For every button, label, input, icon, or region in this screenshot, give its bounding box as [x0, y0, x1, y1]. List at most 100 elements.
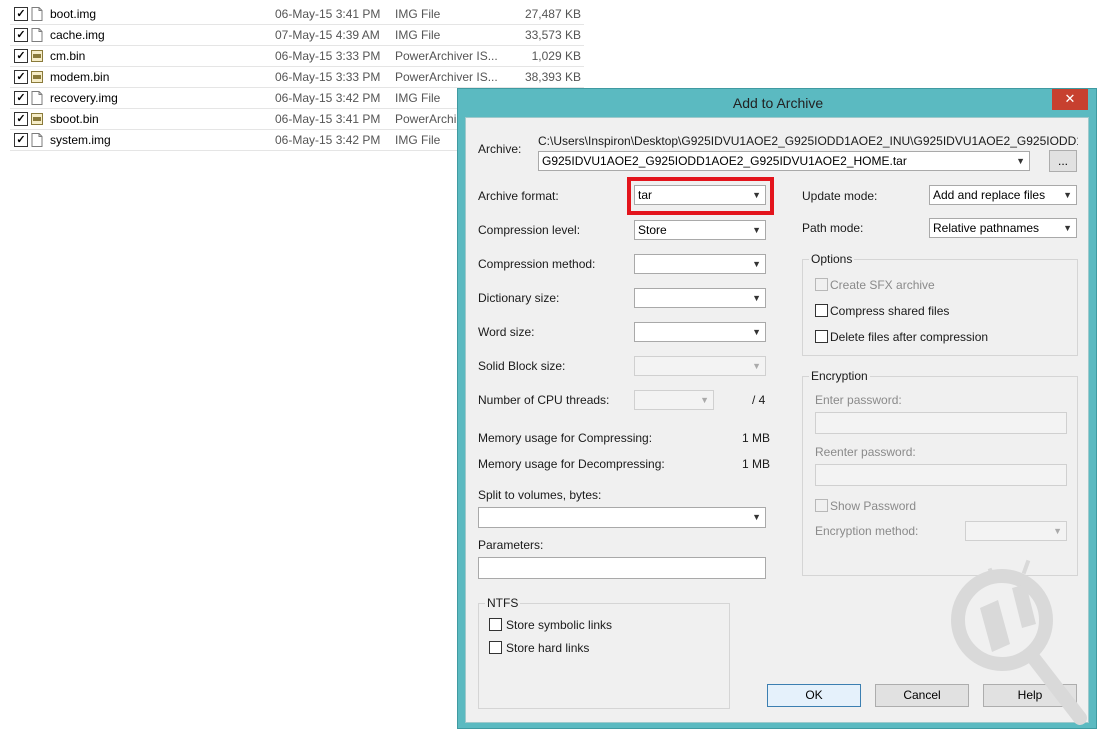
chevron-down-icon: ▼ [752, 293, 761, 303]
file-date: 06-May-15 3:42 PM [275, 133, 381, 147]
file-date: 06-May-15 3:41 PM [275, 112, 381, 126]
file-row[interactable]: ✓ cm.bin 06-May-15 3:33 PM PowerArchiver IS… [10, 46, 584, 67]
reenter-password-label: Reenter password: [815, 445, 916, 459]
path-mode-label: Path mode: [802, 221, 864, 235]
delete-files-checkbox[interactable] [815, 330, 828, 343]
file-name: cache.img [50, 28, 105, 42]
chevron-down-icon: ▼ [1053, 526, 1062, 536]
file-checkbox[interactable]: ✓ [14, 70, 28, 84]
file-icon [31, 91, 43, 105]
file-checkbox[interactable]: ✓ [14, 28, 28, 42]
update-mode-label: Update mode: [802, 189, 878, 203]
archive-name-value: G925IDVU1AOE2_G925IODD1AOE2_G925IDVU1AOE… [542, 154, 907, 168]
encryption-method-combo[interactable]: ▼ [965, 521, 1067, 541]
file-name: sboot.bin [50, 112, 99, 126]
cpu-threads-max: / 4 [752, 393, 766, 407]
encryption-method-label: Encryption method: [815, 524, 919, 538]
chevron-down-icon: ▼ [1063, 190, 1072, 200]
file-name: cm.bin [50, 49, 86, 63]
watermark-logo [951, 559, 1087, 725]
file-checkbox[interactable]: ✓ [14, 49, 28, 63]
encryption-title: Encryption [809, 369, 870, 383]
parameters-label: Parameters: [478, 538, 544, 552]
chevron-down-icon: ▼ [1016, 156, 1025, 166]
file-name: system.img [50, 133, 111, 147]
reenter-password-input[interactable] [815, 464, 1067, 486]
archive-label: Archive: [478, 142, 522, 156]
file-name: boot.img [50, 7, 97, 21]
file-name: modem.bin [50, 70, 110, 84]
iso-icon [31, 50, 43, 62]
path-mode-value: Relative pathnames [933, 221, 1040, 235]
split-combo[interactable]: ▼ [478, 507, 766, 528]
file-name: recovery.img [50, 91, 118, 105]
chevron-down-icon: ▼ [752, 225, 761, 235]
dictionary-size-label: Dictionary size: [478, 291, 560, 305]
file-size: 38,393 KB [524, 70, 581, 84]
file-type: IMG File [395, 28, 441, 42]
file-row[interactable]: ✓ modem.bin 06-May-15 3:33 PM PowerArchiver… [10, 67, 584, 88]
create-sfx-checkbox[interactable] [815, 278, 828, 291]
highlight-box [627, 177, 774, 215]
compression-level-combo[interactable]: Store ▼ [634, 220, 766, 240]
file-size: 33,573 KB [524, 28, 581, 42]
archive-path: C:\Users\Inspiron\Desktop\G925IDVU1AOE2_… [538, 134, 1078, 148]
create-sfx-label: Create SFX archive [830, 278, 935, 292]
file-row[interactable]: ✓ boot.img 06-May-15 3:41 PM IMG File 27,487… [10, 4, 584, 25]
store-hard-label: Store hard links [506, 641, 590, 655]
solid-block-label: Solid Block size: [478, 359, 566, 373]
compression-level-value: Store [638, 223, 667, 237]
file-checkbox[interactable]: ✓ [14, 133, 28, 147]
file-checkbox[interactable]: ✓ [14, 7, 28, 21]
file-icon [31, 7, 43, 21]
file-date: 06-May-15 3:42 PM [275, 91, 381, 105]
ok-button[interactable]: OK [767, 684, 861, 707]
store-symbolic-label: Store symbolic links [506, 618, 613, 632]
file-type: IMG File [395, 7, 441, 21]
file-type: PowerArchiver IS... [395, 49, 498, 63]
ntfs-group: NTFS Store symbolic links Store hard lin… [478, 596, 730, 709]
dictionary-size-combo[interactable]: ▼ [634, 288, 766, 308]
cpu-threads-combo[interactable]: ▼ [634, 390, 714, 410]
show-password-checkbox[interactable] [815, 499, 828, 512]
dialog-title: Add to Archive [732, 95, 824, 111]
word-size-combo[interactable]: ▼ [634, 322, 766, 342]
archive-name-combo[interactable]: G925IDVU1AOE2_G925IODD1AOE2_G925IDVU1AOE… [538, 151, 1030, 171]
file-checkbox[interactable]: ✓ [14, 112, 28, 126]
compression-method-combo[interactable]: ▼ [634, 254, 766, 274]
solid-block-combo[interactable]: ▼ [634, 356, 766, 376]
chevron-down-icon: ▼ [752, 512, 761, 522]
word-size-label: Word size: [478, 325, 535, 339]
enter-password-input[interactable] [815, 412, 1067, 434]
file-icon [31, 28, 43, 42]
mem-decompress-value: 1 MB [742, 457, 771, 471]
file-row[interactable]: ✓ cache.img 07-May-15 4:39 AM IMG File 33,57… [10, 25, 584, 46]
file-date: 06-May-15 3:33 PM [275, 49, 381, 63]
close-button[interactable]: ✕ [1052, 89, 1088, 110]
compress-shared-checkbox[interactable] [815, 304, 828, 317]
compression-level-label: Compression level: [478, 223, 581, 237]
file-size: 1,029 KB [531, 49, 581, 63]
encryption-group: Encryption Enter password: Reenter passw… [802, 369, 1078, 576]
parameters-input[interactable] [478, 557, 766, 579]
compress-shared-label: Compress shared files [830, 304, 950, 318]
file-size: 27,487 KB [524, 7, 581, 21]
mem-decompress-label: Memory usage for Decompressing: [478, 457, 665, 471]
file-date: 07-May-15 4:39 AM [275, 28, 380, 42]
chevron-down-icon: ▼ [752, 361, 761, 371]
enter-password-label: Enter password: [815, 393, 902, 407]
update-mode-combo[interactable]: Add and replace files ▼ [929, 185, 1077, 205]
browse-button[interactable]: ... [1049, 150, 1077, 172]
compression-method-label: Compression method: [478, 257, 596, 271]
store-symbolic-checkbox[interactable] [489, 618, 502, 631]
file-date: 06-May-15 3:41 PM [275, 7, 381, 21]
cpu-threads-label: Number of CPU threads: [478, 393, 610, 407]
chevron-down-icon: ▼ [1063, 223, 1072, 233]
file-type: PowerArchiver IS... [395, 70, 498, 84]
file-checkbox[interactable]: ✓ [14, 91, 28, 105]
store-hard-checkbox[interactable] [489, 641, 502, 654]
chevron-down-icon: ▼ [700, 395, 709, 405]
iso-icon [31, 113, 43, 125]
path-mode-combo[interactable]: Relative pathnames ▼ [929, 218, 1077, 238]
delete-files-label: Delete files after compression [830, 330, 989, 344]
